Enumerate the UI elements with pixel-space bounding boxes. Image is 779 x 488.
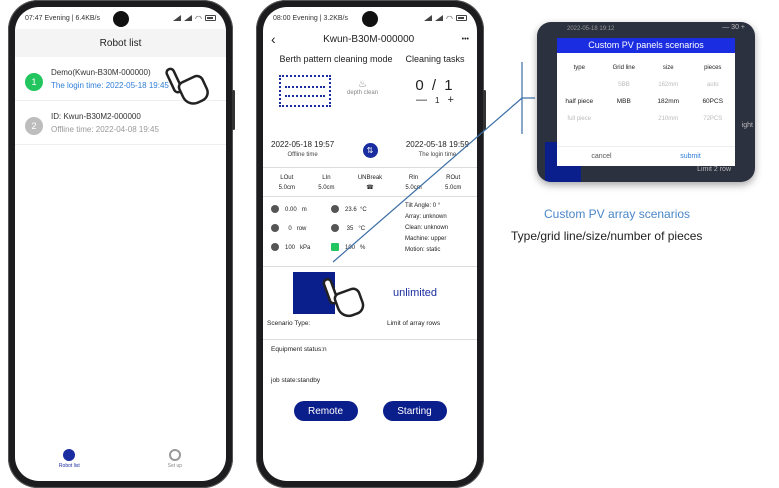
modal-title: Custom PV panels scenarios xyxy=(557,38,735,53)
custom-scenarios-zoom: 2022-05-18 19:12 — 30 + ight Limit 2 row… xyxy=(537,22,755,182)
cell-pieces: 72PCS xyxy=(703,115,723,122)
picker-row-selected[interactable]: half piece MBB 182mm 60PCS xyxy=(557,93,735,110)
submit-button[interactable]: submit xyxy=(646,153,735,160)
cell-grid: MBB xyxy=(616,98,631,105)
col-header: pieces xyxy=(704,64,722,71)
modal-footer: cancel submit xyxy=(557,146,735,166)
modal-table-header: type Grid line size pieces xyxy=(557,59,735,76)
cell-size: 182mm xyxy=(657,98,680,105)
col-header: type xyxy=(573,64,585,71)
cell-pieces: auto xyxy=(706,81,719,88)
camera-notch xyxy=(112,11,129,27)
camera-notch xyxy=(362,11,378,27)
cell-size: 210mm xyxy=(658,115,679,122)
cancel-button[interactable]: cancel xyxy=(557,153,646,160)
caption-title: Custom PV array scenarios xyxy=(544,207,691,221)
col-header: size xyxy=(662,64,674,71)
bg-right-text: ight xyxy=(741,122,753,129)
custom-scenarios-modal: Custom PV panels scenarios type Grid lin… xyxy=(557,38,735,166)
cell-size: 162mm xyxy=(658,81,679,88)
connector-line xyxy=(332,97,523,263)
cell-grid: SBB xyxy=(617,81,630,88)
cell-type: half piece xyxy=(565,98,594,105)
picker-row[interactable]: SBB 162mm auto xyxy=(557,76,735,93)
bg-date-text: 2022-05-18 19:12 xyxy=(567,26,615,32)
picker-row[interactable]: full piece 210mm 72PCS xyxy=(557,110,735,127)
cell-pieces: 60PCS xyxy=(702,98,724,105)
bg-bottom-text: Limit 2 row xyxy=(697,166,731,173)
caption-subtitle: Type/grid line/size/number of pieces xyxy=(511,229,703,243)
col-header: Grid line xyxy=(612,64,635,71)
cell-type: full piece xyxy=(567,115,592,122)
bg-stepper-text: — 30 + xyxy=(722,24,745,31)
